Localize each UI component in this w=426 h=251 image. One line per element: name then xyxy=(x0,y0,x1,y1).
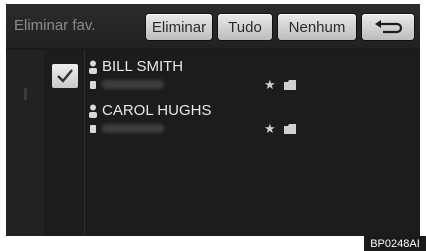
person-icon xyxy=(89,104,97,118)
star-icon: ★ xyxy=(264,77,276,92)
list-item[interactable]: CAROL HUGHS ★ xyxy=(88,102,408,150)
return-arrow-icon xyxy=(375,20,403,34)
select-all-button[interactable]: Tudo xyxy=(218,14,272,40)
folder-icon xyxy=(284,80,296,90)
screen-title: Eliminar fav. xyxy=(14,17,96,34)
list-item[interactable]: BILL SMITH ★ xyxy=(88,58,408,106)
top-bar: Eliminar fav. Eliminar Tudo Nenhum xyxy=(6,4,420,48)
blurred-phone-number xyxy=(102,80,164,89)
blurred-phone-number xyxy=(102,124,164,133)
column-divider xyxy=(84,50,85,236)
contact-name: BILL SMITH xyxy=(102,58,184,75)
select-none-button[interactable]: Nenhum xyxy=(278,14,356,40)
phone-icon xyxy=(90,125,96,133)
folder-icon xyxy=(284,124,296,134)
screen: Eliminar fav. Eliminar Tudo Nenhum BILL xyxy=(6,4,420,236)
back-button[interactable] xyxy=(362,14,414,40)
figure-code: BP0248AI xyxy=(364,236,426,251)
phone-icon xyxy=(90,81,96,89)
checkmark-icon xyxy=(57,69,73,83)
person-icon xyxy=(89,60,97,74)
delete-button[interactable]: Eliminar xyxy=(146,14,212,40)
contact-name: CAROL HUGHS xyxy=(102,102,212,119)
scroll-indicator xyxy=(24,88,27,100)
item-checkbox-bill-smith[interactable] xyxy=(52,64,78,88)
list-scroll-gutter[interactable] xyxy=(6,50,44,236)
star-icon: ★ xyxy=(264,121,276,136)
favorites-list: BILL SMITH ★ CAROL HUGHS ★ xyxy=(6,50,420,236)
